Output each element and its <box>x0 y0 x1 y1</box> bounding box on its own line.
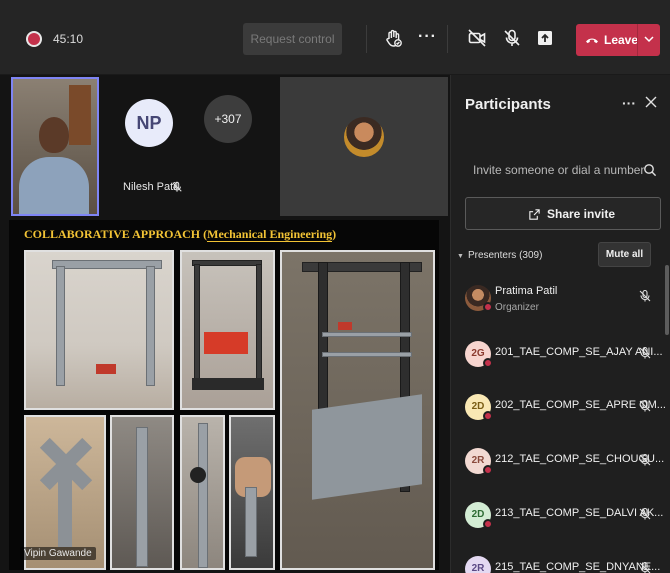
participants-panel: Participants ··· Invite someone or dial … <box>450 75 670 573</box>
share-icon <box>529 209 540 220</box>
hand-raise-icon[interactable] <box>383 28 403 48</box>
avatar <box>344 117 384 157</box>
search-icon[interactable] <box>643 163 657 177</box>
avatar: 2D <box>465 502 493 529</box>
participant-row[interactable]: 2R 212_TAE_COMP_SE_CHOUGU... <box>465 444 665 488</box>
participant-tile-nilesh-patil[interactable]: NP Nilesh Patil <box>101 77 201 216</box>
avatar: 2G <box>465 341 493 368</box>
mic-off-icon[interactable] <box>502 28 522 48</box>
slide-photo <box>180 415 225 570</box>
request-control-button[interactable]: Request control <box>243 23 342 55</box>
mic-off-icon <box>639 561 651 573</box>
avatar: 2D <box>465 394 493 421</box>
leave-button[interactable]: Leave <box>576 24 660 56</box>
participant-name: 215_TAE_COMP_SE_DNYANE... <box>495 561 661 573</box>
slide-photo <box>229 415 275 570</box>
mute-all-button[interactable]: Mute all <box>598 242 651 267</box>
toolbar-divider <box>366 25 367 53</box>
slide-title: COLLABORATIVE APPROACH (Mechanical Engin… <box>24 227 337 242</box>
mic-off-icon <box>639 507 651 520</box>
presenter-name: Vipin Gawande <box>20 547 96 560</box>
more-participants-tile[interactable]: +307 <box>201 77 279 216</box>
participant-row[interactable]: Pratima Patil Organizer <box>465 281 665 325</box>
share-tray-icon[interactable] <box>535 28 555 48</box>
chevron-down-icon: ▼ <box>457 253 464 260</box>
mic-off-icon <box>639 453 651 466</box>
participant-name: Nilesh Patil <box>123 181 179 193</box>
meeting-toolbar: 45:10 Request control ··· Leave <box>0 0 670 75</box>
status-indicator <box>483 519 493 529</box>
leave-label: Leave <box>604 33 639 47</box>
participant-tile-pratima-patil[interactable] <box>280 77 448 216</box>
status-indicator <box>483 302 493 312</box>
chevron-down-icon[interactable] <box>642 32 656 46</box>
mic-off-icon <box>639 399 651 412</box>
mic-off-icon <box>639 346 651 359</box>
participant-row[interactable]: 2G 201_TAE_COMP_SE_AJAY ANI... <box>465 337 665 381</box>
more-options-icon[interactable]: ··· <box>622 95 636 111</box>
slide-photo <box>24 250 174 410</box>
shared-screen: COLLABORATIVE APPROACH (Mechanical Engin… <box>9 220 439 570</box>
status-indicator <box>483 411 493 421</box>
phone-hangup-icon <box>586 38 598 44</box>
participant-name: Pratima Patil <box>495 285 558 297</box>
scrollbar[interactable] <box>665 265 669 335</box>
avatar: 2R <box>465 448 493 475</box>
share-invite-button[interactable]: Share invite <box>465 197 661 230</box>
slide-photo <box>280 250 435 570</box>
camera-off-icon[interactable] <box>467 28 487 48</box>
slide-photo <box>110 415 174 570</box>
avatar <box>465 285 493 312</box>
recording-icon <box>28 33 40 45</box>
status-indicator <box>483 465 493 475</box>
mic-off-icon <box>639 289 651 302</box>
status-indicator <box>483 358 493 368</box>
participant-role: Organizer <box>495 302 539 313</box>
slide-photo <box>180 250 275 410</box>
video-tile-self[interactable] <box>11 77 99 216</box>
panel-title: Participants <box>465 96 551 113</box>
close-icon[interactable] <box>644 95 658 109</box>
avatar: 2R <box>465 556 491 573</box>
more-options-icon[interactable]: ··· <box>418 28 437 46</box>
invite-input[interactable]: Invite someone or dial a number <box>473 163 644 177</box>
avatar: NP <box>125 99 173 147</box>
meeting-stage: NP Nilesh Patil +307 COLLABORATIVE APPRO… <box>0 75 450 573</box>
mic-off-icon <box>172 181 182 192</box>
toolbar-divider <box>447 25 448 53</box>
meeting-timer: 45:10 <box>53 32 84 46</box>
participant-row[interactable]: 2D 202_TAE_COMP_SE_APRE OM... <box>465 390 666 434</box>
overflow-count: +307 <box>204 95 252 143</box>
presenters-section-header[interactable]: ▼ Presenters (309) <box>457 250 542 261</box>
participant-row[interactable]: 2R 215_TAE_COMP_SE_DNYANE... <box>465 552 665 573</box>
participant-row[interactable]: 2D 213_TAE_COMP_SE_DALVI AK... <box>465 498 665 542</box>
